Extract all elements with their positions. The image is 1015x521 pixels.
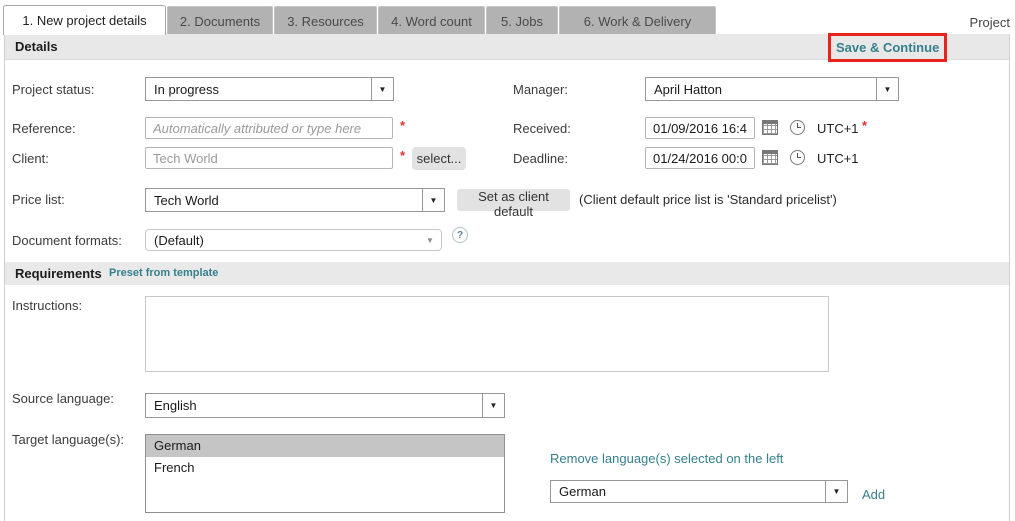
clock-icon[interactable] — [790, 120, 805, 135]
instructions-label: Instructions: — [12, 298, 82, 313]
deadline-label: Deadline: — [513, 151, 568, 166]
chevron-down-icon[interactable] — [876, 78, 898, 100]
document-formats-select[interactable]: (Default) — [145, 229, 442, 251]
reference-label: Reference: — [12, 121, 76, 136]
details-title: Details — [15, 34, 58, 60]
add-language-link[interactable]: Add — [862, 487, 885, 502]
client-label: Client: — [12, 151, 49, 166]
add-language-value: German — [551, 484, 825, 499]
source-language-value: English — [146, 398, 482, 413]
reference-required-marker: * — [400, 118, 405, 133]
deadline-timezone: UTC+1 — [817, 151, 859, 166]
calendar-icon[interactable] — [762, 120, 778, 135]
price-list-note: (Client default price list is 'Standard … — [579, 192, 837, 207]
requirements-header-bar: Requirements Preset from template — [5, 262, 1009, 285]
received-required-marker: * — [862, 118, 867, 133]
manager-label: Manager: — [513, 82, 568, 97]
add-language-select[interactable]: German — [550, 480, 848, 503]
chevron-down-icon[interactable] — [825, 481, 847, 502]
received-input[interactable] — [645, 117, 755, 139]
received-label: Received: — [513, 121, 571, 136]
tab-resources[interactable]: 3. Resources — [274, 6, 377, 35]
price-list-value: Tech World — [146, 193, 422, 208]
chevron-down-icon[interactable] — [371, 78, 393, 100]
client-input[interactable] — [145, 147, 393, 169]
annotation-highlight-box: Save & Continue — [828, 33, 947, 62]
document-formats-label: Document formats: — [12, 233, 122, 248]
manager-select[interactable]: April Hatton — [645, 77, 899, 101]
tab-jobs[interactable]: 5. Jobs — [486, 6, 558, 35]
instructions-textarea[interactable] — [145, 296, 829, 372]
client-required-marker: * — [400, 148, 405, 163]
tab-strip: 1. New project details 2. Documents 3. R… — [3, 5, 717, 35]
requirements-title: Requirements — [15, 262, 102, 285]
tab-work-delivery[interactable]: 6. Work & Delivery — [559, 6, 716, 35]
project-corner-label: Project — [970, 15, 1010, 30]
set-client-default-button[interactable]: Set as client default — [457, 189, 570, 211]
save-continue-button[interactable]: Save & Continue — [836, 40, 939, 55]
document-formats-value: (Default) — [146, 233, 419, 248]
list-item-french[interactable]: French — [146, 457, 504, 479]
chevron-down-icon[interactable] — [482, 394, 504, 417]
received-timezone: UTC+1 — [817, 121, 859, 136]
target-languages-label: Target language(s): — [12, 432, 124, 447]
clock-icon[interactable] — [790, 150, 805, 165]
tab-word-count[interactable]: 4. Word count — [378, 6, 485, 35]
deadline-input[interactable] — [645, 147, 755, 169]
remove-languages-link[interactable]: Remove language(s) selected on the left — [550, 451, 783, 466]
source-language-select[interactable]: English — [145, 393, 505, 418]
project-status-value: In progress — [146, 82, 371, 97]
list-item-german[interactable]: German — [146, 435, 504, 457]
project-status-label: Project status: — [12, 82, 94, 97]
source-language-label: Source language: — [12, 391, 114, 406]
target-languages-listbox: German French — [145, 434, 505, 513]
chevron-down-icon[interactable] — [419, 230, 441, 250]
manager-value: April Hatton — [646, 82, 876, 97]
tab-new-project-details[interactable]: 1. New project details — [3, 5, 166, 35]
tab-documents[interactable]: 2. Documents — [167, 6, 273, 35]
project-status-select[interactable]: In progress — [145, 77, 394, 101]
chevron-down-icon[interactable] — [422, 189, 444, 211]
client-select-button[interactable]: select... — [412, 147, 466, 170]
reference-input[interactable] — [145, 117, 393, 139]
price-list-label: Price list: — [12, 192, 65, 207]
price-list-select[interactable]: Tech World — [145, 188, 445, 212]
preset-from-template-link[interactable]: Preset from template — [109, 262, 218, 285]
help-icon[interactable] — [452, 227, 468, 243]
calendar-icon[interactable] — [762, 150, 778, 165]
